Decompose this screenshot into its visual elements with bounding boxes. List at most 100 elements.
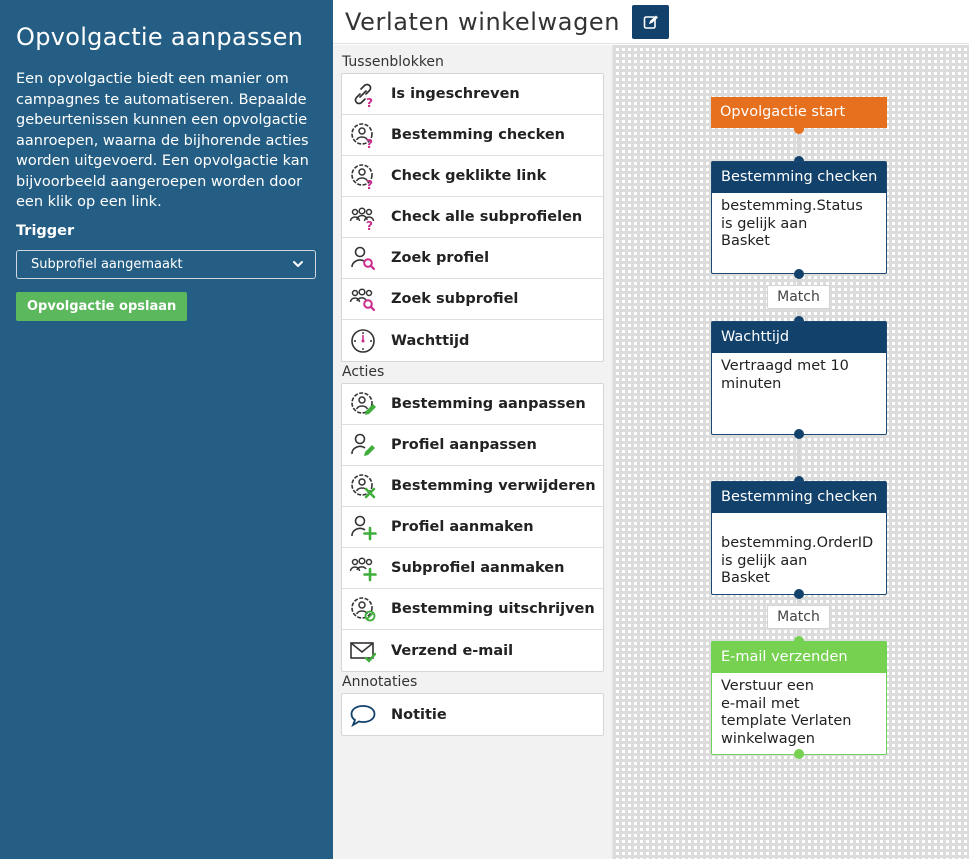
block-verzend-e-mail[interactable]: Verzend e-mail bbox=[342, 630, 603, 671]
node-line: bestemming.Status bbox=[721, 198, 863, 214]
target-delete-icon bbox=[351, 474, 376, 499]
node-output-port[interactable] bbox=[794, 429, 804, 439]
block-list-annotaties: Notitie bbox=[341, 693, 604, 736]
block-subprofiel-aanmaken[interactable]: Subprofiel aanmaken bbox=[342, 548, 603, 589]
speech-bubble-icon bbox=[350, 704, 376, 727]
svg-text:?: ? bbox=[366, 219, 373, 231]
node-line: minuten bbox=[721, 375, 782, 392]
flow-node-e-mail-verzenden[interactable]: E-mail verzenden Verstuur een e-mail met… bbox=[711, 641, 887, 755]
block-label: Zoek subprofiel bbox=[391, 291, 519, 307]
block-label: Wachttijd bbox=[391, 332, 470, 349]
sidebar-title: Opvolgactie aanpassen bbox=[16, 23, 304, 51]
block-wachttijd[interactable]: Wachttijd bbox=[342, 320, 603, 361]
node-output-port[interactable] bbox=[794, 589, 804, 599]
block-label: Profiel aanpassen bbox=[391, 437, 537, 453]
trigger-select[interactable]: Subprofiel aangemaakt bbox=[16, 249, 316, 279]
svg-text:?: ? bbox=[366, 96, 373, 108]
section-title-annotaties: Annotaties bbox=[342, 674, 418, 690]
block-label: Bestemming uitschrijven bbox=[391, 601, 595, 617]
block-palette: Tussenblokken ? Is ingeschreven ? Bestem… bbox=[333, 45, 612, 859]
block-label: Check geklikte link bbox=[391, 168, 547, 184]
node-body: Vertraagd met 10 minuten bbox=[712, 353, 886, 398]
block-label: Notitie bbox=[391, 706, 447, 723]
block-list-tussenblokken: ? Is ingeschreven ? Bestemming checken ?… bbox=[341, 73, 604, 362]
flow-node-bestemming-checken-2[interactable]: Bestemming checken bestemming.OrderID is… bbox=[711, 481, 887, 595]
block-profiel-aanpassen[interactable]: Profiel aanpassen bbox=[342, 425, 603, 466]
sidebar-description: Een opvolgactie biedt een manier om camp… bbox=[16, 71, 309, 210]
flow-canvas[interactable]: Opvolgactie start Bestemming checken bes… bbox=[612, 45, 969, 859]
section-title-acties: Acties bbox=[342, 364, 385, 380]
node-line: Vertraagd met 10 bbox=[721, 358, 849, 374]
node-output-port[interactable] bbox=[794, 124, 804, 134]
block-check-alle-subprofielen[interactable]: ? Check alle subprofielen bbox=[342, 197, 603, 238]
node-title: E-mail verzenden bbox=[712, 642, 886, 673]
block-label: Bestemming checken bbox=[391, 127, 565, 143]
group-search-icon bbox=[349, 288, 376, 312]
group-question-icon: ? bbox=[349, 207, 375, 231]
chevron-down-icon bbox=[293, 261, 303, 267]
node-title: Wachttijd bbox=[712, 322, 886, 353]
block-label: Check alle subprofielen bbox=[391, 209, 583, 225]
page-title: Verlaten winkelwagen bbox=[345, 7, 621, 36]
node-body: bestemming.OrderID is gelijk aan Basket bbox=[712, 513, 886, 593]
node-output-port[interactable] bbox=[794, 269, 804, 279]
profile-edit-icon bbox=[351, 433, 375, 456]
trigger-label: Trigger bbox=[16, 222, 75, 239]
block-zoek-subprofiel[interactable]: Zoek subprofiel bbox=[342, 279, 603, 320]
connector-line bbox=[797, 434, 801, 482]
flow-node-bestemming-checken[interactable]: Bestemming checken bestemming.Status is … bbox=[711, 161, 887, 274]
edit-title-button[interactable] bbox=[632, 4, 670, 39]
block-bestemming-checken[interactable]: ? Bestemming checken bbox=[342, 115, 603, 156]
node-body: Verstuur een e-mail met template Verlate… bbox=[712, 673, 886, 753]
trigger-select-value: Subprofiel aangemaakt bbox=[31, 256, 183, 272]
node-line: is gelijk aan bbox=[721, 215, 808, 232]
block-profiel-aanmaken[interactable]: Profiel aanmaken bbox=[342, 507, 603, 548]
block-bestemming-verwijderen[interactable]: Bestemming verwijderen bbox=[342, 466, 603, 507]
block-zoek-profiel[interactable]: Zoek profiel bbox=[342, 238, 603, 279]
match-label: Match bbox=[767, 285, 830, 309]
node-output-port[interactable] bbox=[794, 749, 804, 759]
node-line: Basket bbox=[721, 233, 770, 249]
block-is-ingeschreven[interactable]: ? Is ingeschreven bbox=[342, 74, 603, 115]
node-line: Verstuur een bbox=[721, 678, 814, 694]
node-line: e-mail met bbox=[721, 695, 800, 712]
node-line: bestemming.OrderID bbox=[721, 535, 874, 551]
block-label: Bestemming aanpassen bbox=[391, 396, 586, 412]
block-bestemming-aanpassen[interactable]: Bestemming aanpassen bbox=[342, 384, 603, 425]
block-label: Is ingeschreven bbox=[391, 86, 520, 102]
match-label: Match bbox=[767, 605, 830, 629]
block-bestemming-uitschrijven[interactable]: Bestemming uitschrijven bbox=[342, 589, 603, 630]
profile-search-icon bbox=[351, 246, 376, 271]
email-send-icon bbox=[350, 641, 377, 663]
block-notitie[interactable]: Notitie bbox=[342, 694, 603, 735]
flow-node-wachttijd[interactable]: Wachttijd Vertraagd met 10 minuten bbox=[711, 321, 887, 435]
link-check-icon: ? bbox=[351, 164, 373, 190]
svg-text:?: ? bbox=[366, 137, 373, 149]
group-add-icon bbox=[349, 557, 377, 582]
target-unsubscribe-icon bbox=[351, 597, 376, 622]
profile-add-icon bbox=[351, 515, 377, 541]
target-edit-icon bbox=[351, 392, 376, 415]
header: Verlaten winkelwagen bbox=[333, 0, 969, 44]
block-label: Subprofiel aanmaken bbox=[391, 560, 565, 576]
section-title-tussenblokken: Tussenblokken bbox=[342, 54, 444, 70]
clock-icon bbox=[351, 328, 375, 353]
node-title: Bestemming checken bbox=[712, 162, 886, 193]
node-title: Bestemming checken bbox=[712, 482, 886, 513]
save-button[interactable]: Opvolgactie opslaan bbox=[16, 291, 188, 321]
block-label: Zoek profiel bbox=[391, 250, 490, 266]
block-label: Profiel aanmaken bbox=[391, 519, 534, 535]
node-line: Basket bbox=[721, 570, 770, 586]
edit-icon bbox=[643, 15, 658, 29]
node-line: is gelijk aan bbox=[721, 552, 808, 569]
sidebar: Opvolgactie aanpassen Een opvolgactie bi… bbox=[0, 0, 333, 859]
block-label: Verzend e-mail bbox=[391, 642, 514, 659]
block-check-geklikte-link[interactable]: ? Check geklikte link bbox=[342, 156, 603, 197]
node-line: template Verlaten bbox=[721, 713, 852, 729]
block-label: Bestemming verwijderen bbox=[391, 478, 596, 494]
target-question-icon: ? bbox=[351, 123, 373, 149]
node-body: bestemming.Status is gelijk aan Basket bbox=[712, 193, 886, 256]
link-question-icon: ? bbox=[354, 83, 373, 108]
svg-text:?: ? bbox=[366, 178, 373, 190]
node-line: winkelwagen bbox=[721, 730, 815, 747]
